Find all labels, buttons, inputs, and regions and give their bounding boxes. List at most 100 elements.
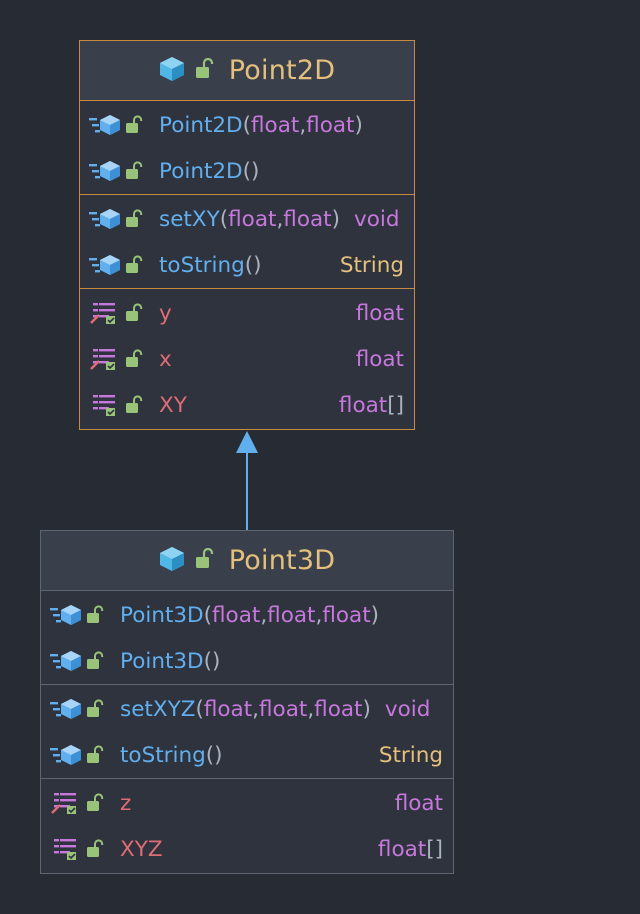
param-type: float xyxy=(212,602,261,628)
constructor-name: Point3D xyxy=(120,602,204,628)
unlock-icon xyxy=(86,698,108,720)
return-type: void xyxy=(353,206,400,232)
inheritance-arrowhead xyxy=(236,431,258,453)
constructor-row[interactable]: Point3D() xyxy=(41,638,453,684)
unlock-icon xyxy=(195,547,215,574)
field-type: float[] xyxy=(378,837,443,862)
field-type: float xyxy=(395,791,443,816)
constructors-section: Point2D(float, float) Point2D() xyxy=(80,101,414,194)
empty-parens: () xyxy=(203,648,221,674)
empty-parens: () xyxy=(205,742,223,768)
param-separator: , xyxy=(276,206,284,232)
method-icon xyxy=(89,160,123,182)
method-name: toString xyxy=(159,252,245,278)
open-paren: ( xyxy=(219,206,229,232)
class-title: Point2D xyxy=(228,55,336,86)
param-type: float xyxy=(228,206,277,232)
unlock-icon xyxy=(86,604,108,626)
method-icon xyxy=(50,744,84,766)
unlock-icon xyxy=(125,348,147,370)
field-name: x xyxy=(159,346,172,372)
method-name: toString xyxy=(120,742,206,768)
empty-parens: () xyxy=(244,252,262,278)
method-icon xyxy=(50,650,84,672)
field-name: z xyxy=(120,790,132,816)
constructor-row[interactable]: Point2D(float, float) xyxy=(80,102,414,148)
array-brackets: [] xyxy=(387,392,404,418)
field-name: y xyxy=(159,300,172,326)
constructor-row[interactable]: Point3D(float, float, float) xyxy=(41,592,453,638)
methods-section: setXYZ(float, float, float) void toString(… xyxy=(41,684,453,778)
param-separator: , xyxy=(307,696,315,722)
open-paren: ( xyxy=(203,602,213,628)
field-type-name: float xyxy=(394,790,443,816)
method-icon xyxy=(50,604,84,626)
field-row[interactable]: z float xyxy=(41,780,453,826)
unlock-icon xyxy=(125,394,147,416)
return-type: String xyxy=(339,252,404,278)
unlock-icon xyxy=(125,208,147,230)
open-paren: ( xyxy=(195,696,204,722)
method-icon xyxy=(50,698,84,720)
constructor-name: Point2D xyxy=(159,158,243,184)
param-type: float xyxy=(203,696,253,722)
class-icon xyxy=(159,56,185,86)
class-header[interactable]: Point3D xyxy=(41,531,453,591)
unlock-icon xyxy=(86,792,108,814)
method-icon xyxy=(89,254,123,276)
return-type: String xyxy=(378,742,443,768)
field-name: XYZ xyxy=(120,836,163,862)
property-icon xyxy=(89,348,123,370)
class-point2d[interactable]: Point2D Point2D(float, float) Point2D() s… xyxy=(79,40,415,430)
unlock-icon xyxy=(195,57,215,84)
method-row[interactable]: toString() String xyxy=(41,732,453,778)
param-type: float xyxy=(259,696,308,722)
field-name: XY xyxy=(159,392,187,418)
param-separator: , xyxy=(260,602,268,628)
class-icon xyxy=(159,546,185,576)
class-point3d[interactable]: Point3D Point3D(float, float, float) Poin… xyxy=(40,530,454,874)
param-separator: , xyxy=(315,602,323,628)
class-header[interactable]: Point2D xyxy=(80,41,414,101)
unlock-icon xyxy=(86,838,108,860)
fields-section: y float x float XY float[] xyxy=(80,288,414,428)
method-name: setXYZ xyxy=(120,696,196,722)
param-type: float xyxy=(314,696,363,722)
field-type-name: float xyxy=(377,836,427,862)
unlock-icon xyxy=(125,114,147,136)
method-row[interactable]: toString() String xyxy=(80,242,414,288)
method-row[interactable]: setXY(float, float) void xyxy=(80,196,414,242)
open-paren: ( xyxy=(242,112,252,138)
constructor-row[interactable]: Point2D() xyxy=(80,148,414,194)
field-row[interactable]: XYZ float[] xyxy=(41,826,453,872)
unlock-icon xyxy=(125,302,147,324)
class-title: Point3D xyxy=(228,545,336,576)
field-type: float xyxy=(356,347,404,372)
close-paren: ) xyxy=(370,602,380,628)
param-type: float xyxy=(283,206,332,232)
field-row[interactable]: x float xyxy=(80,336,414,382)
empty-parens: () xyxy=(242,158,260,184)
method-row[interactable]: setXYZ(float, float, float) void xyxy=(41,686,453,732)
param-type: float xyxy=(267,602,316,628)
param-type: float xyxy=(251,112,300,138)
unlock-icon xyxy=(125,160,147,182)
field-type: float[] xyxy=(339,393,404,418)
unlock-icon xyxy=(86,744,108,766)
field-icon xyxy=(89,394,123,416)
field-icon xyxy=(50,838,84,860)
method-icon xyxy=(89,114,123,136)
param-type: float xyxy=(306,112,355,138)
field-row[interactable]: XY float[] xyxy=(80,382,414,428)
close-paren: ) xyxy=(362,696,371,722)
fields-section: z float XYZ float[] xyxy=(41,778,453,872)
param-type: float xyxy=(322,602,371,628)
method-name: setXY xyxy=(159,206,220,232)
property-icon xyxy=(50,792,84,814)
field-row[interactable]: y float xyxy=(80,290,414,336)
param-separator: , xyxy=(252,696,259,722)
method-icon xyxy=(89,208,123,230)
field-type-name: float xyxy=(338,392,388,418)
constructor-name: Point3D xyxy=(120,648,204,674)
field-type-name: float xyxy=(355,300,404,326)
